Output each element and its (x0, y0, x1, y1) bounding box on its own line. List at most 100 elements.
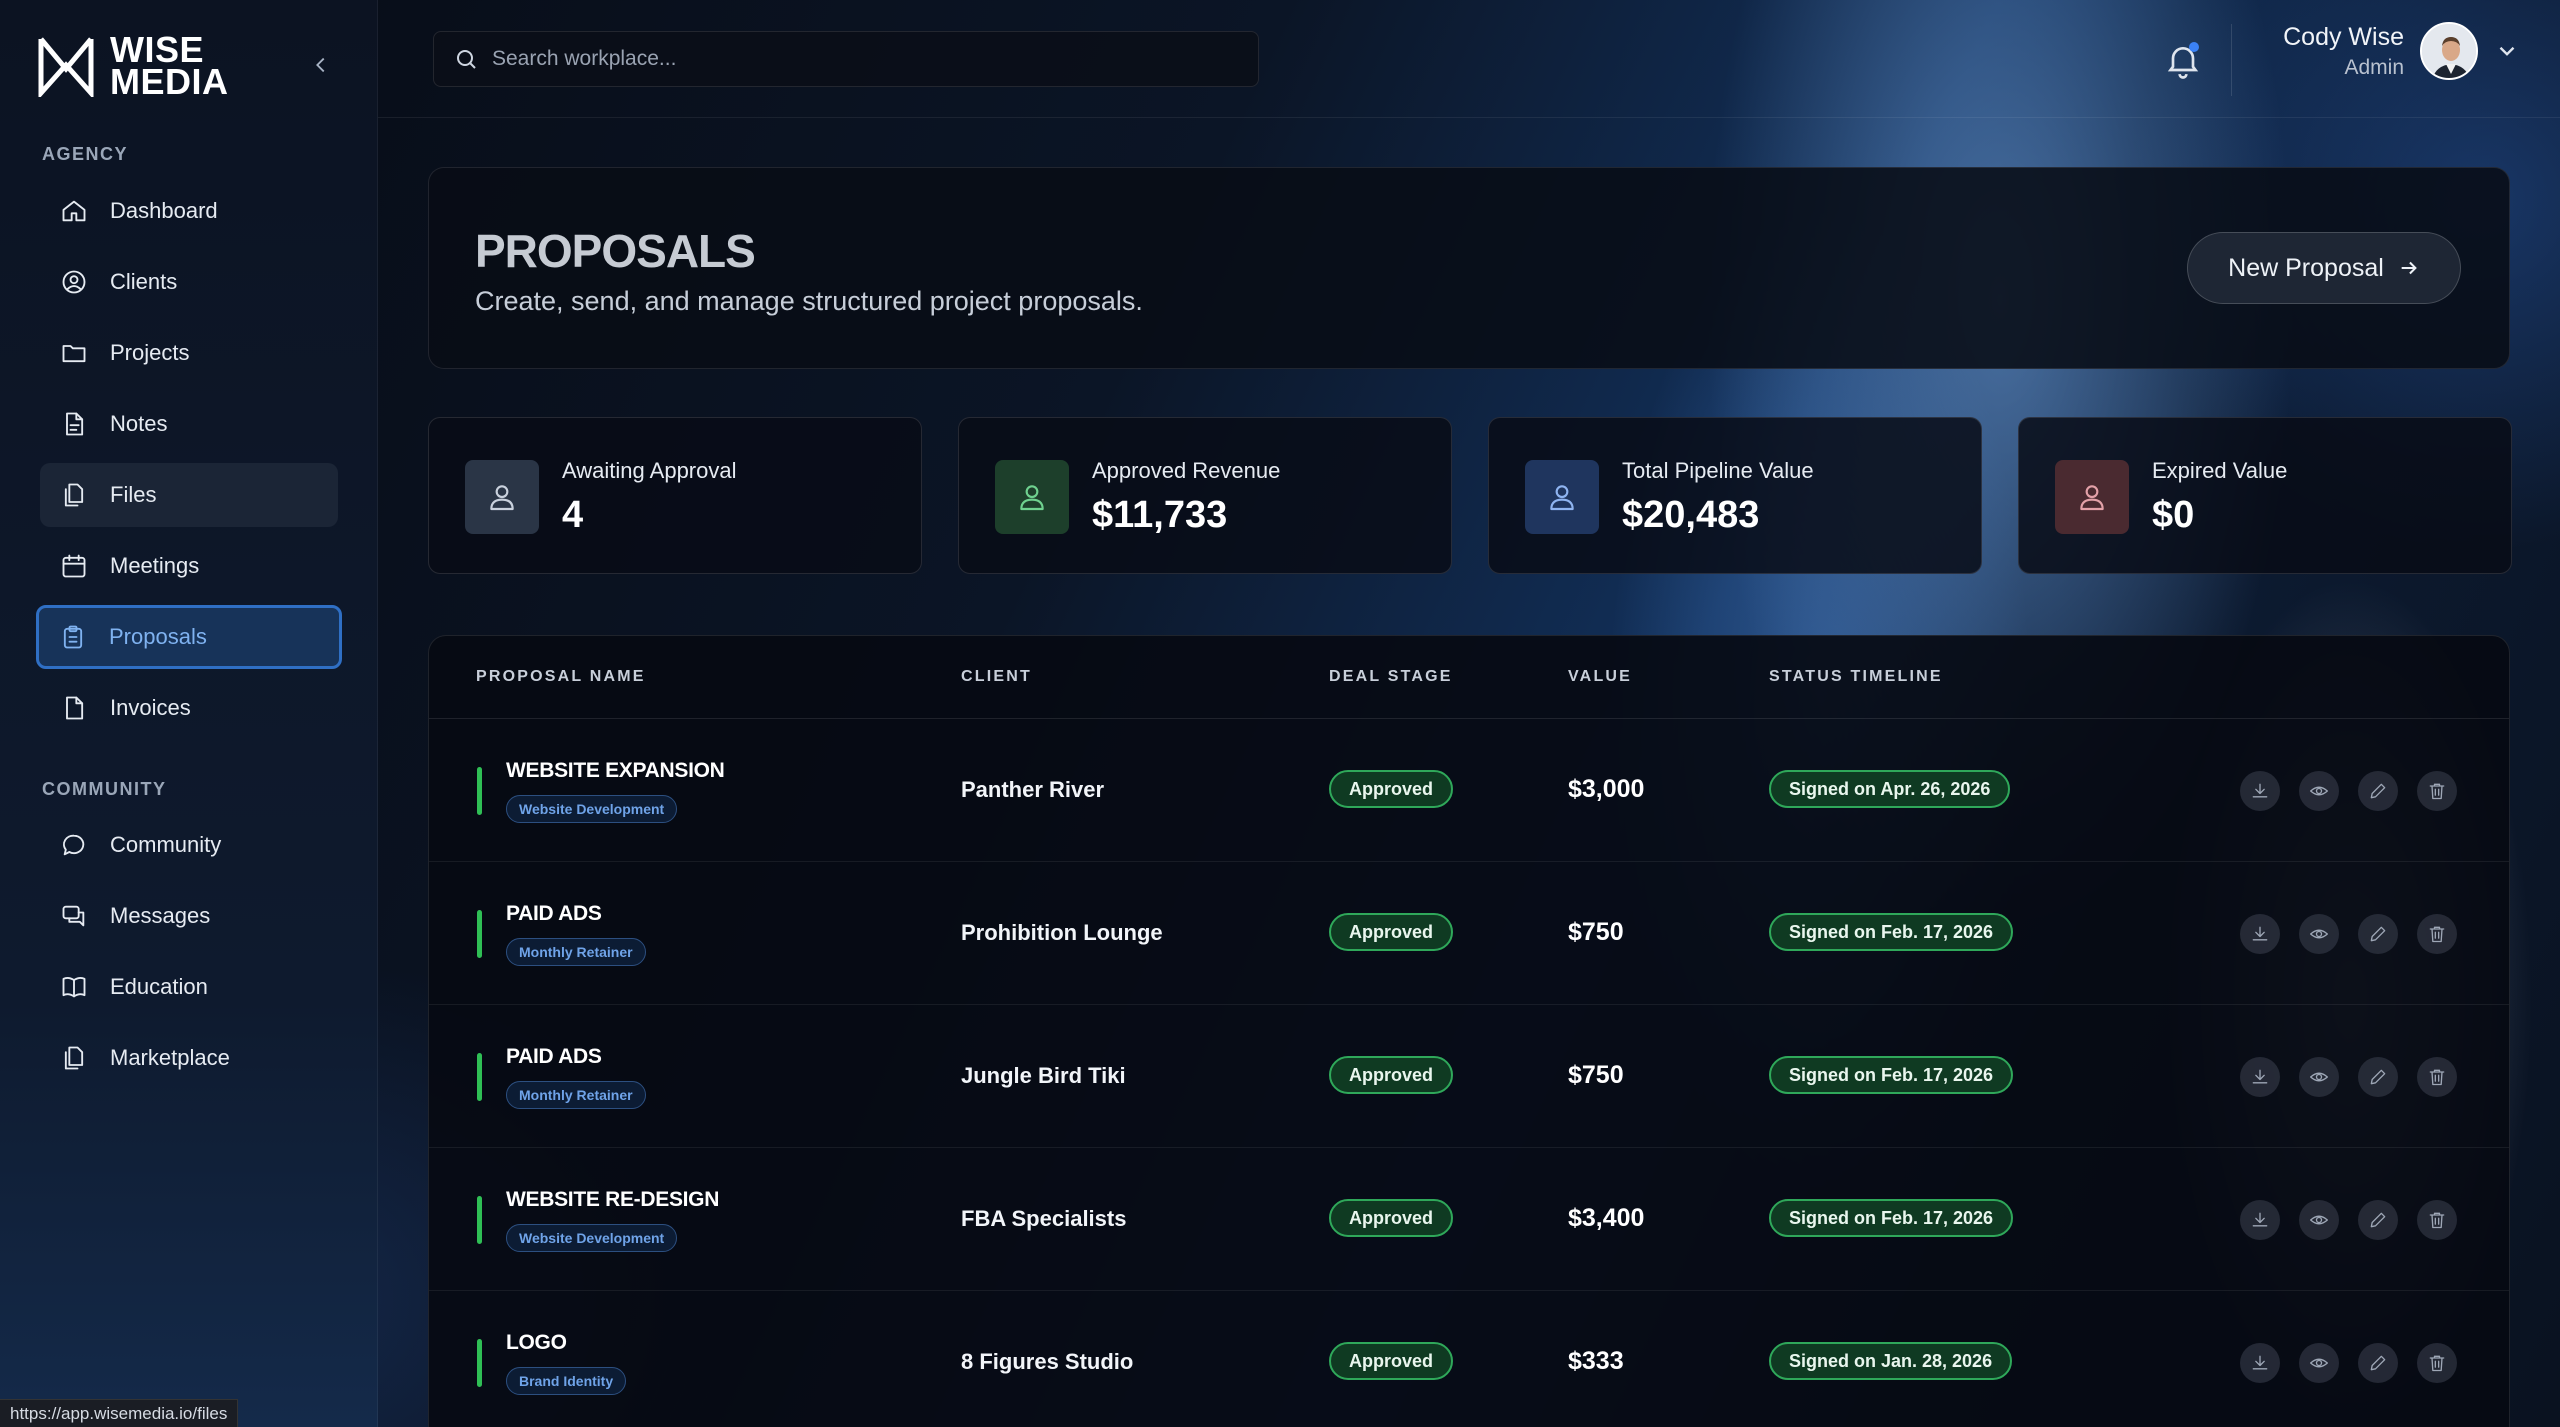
sidebar-item-files[interactable]: Files (40, 463, 338, 527)
pencil-button[interactable] (2358, 1057, 2398, 1097)
person-icon (1550, 485, 1574, 511)
download-icon (2252, 1069, 2268, 1084)
deal-stage-badge: Approved (1329, 1056, 1454, 1094)
row-status-bar (477, 767, 482, 815)
stat-card-expired-value: Expired Value $0 (2018, 417, 2512, 574)
user-role: Admin (2344, 55, 2404, 79)
notifications-button[interactable] (2163, 40, 2203, 80)
person-icon (2080, 485, 2104, 511)
sidebar-item-label: Dashboard (110, 198, 218, 223)
sidebar-item-dashboard[interactable]: Dashboard (40, 179, 338, 243)
sidebar-item-marketplace[interactable]: Marketplace (40, 1026, 338, 1090)
page-subtitle: Create, send, and manage structured proj… (475, 286, 1143, 316)
notification-dot (2189, 42, 2199, 52)
download-button[interactable] (2240, 1057, 2280, 1097)
sidebar-item-projects[interactable]: Projects (40, 321, 338, 385)
stat-icon-box (2055, 460, 2129, 534)
header-value[interactable]: VALUE (1568, 668, 1632, 686)
chevron-down-icon[interactable] (2494, 38, 2520, 64)
wise-media-logo-icon (38, 37, 94, 97)
sidebar-item-messages[interactable]: Messages (40, 884, 338, 948)
pencil-icon (2370, 1355, 2386, 1371)
stat-label: Approved Revenue (1092, 458, 1281, 483)
proposal-category-tag: Monthly Retainer (506, 1081, 646, 1109)
eye-button[interactable] (2299, 771, 2339, 811)
deal-stage-badge: Approved (1329, 770, 1454, 808)
header-deal-stage[interactable]: DEAL STAGE (1329, 668, 1453, 686)
download-button[interactable] (2240, 771, 2280, 811)
stat-icon-box (995, 460, 1069, 534)
sidebar-item-education[interactable]: Education (40, 955, 338, 1019)
new-proposal-label: New Proposal (2228, 253, 2384, 282)
person-icon (1020, 485, 1044, 511)
trash-button[interactable] (2417, 771, 2457, 811)
table-row[interactable]: LOGO Brand Identity 8 Figures Studio Approv… (429, 1291, 2509, 1427)
user-menu[interactable]: Cody Wise Admin (2283, 22, 2520, 80)
row-status-bar (477, 1196, 482, 1244)
search-input[interactable] (492, 47, 1232, 71)
eye-icon (2310, 1215, 2328, 1225)
sidebar-item-proposals[interactable]: Proposals (36, 605, 342, 669)
proposal-name[interactable]: WEBSITE RE-DESIGN (506, 1188, 719, 1212)
stat-value: $0 (2152, 494, 2195, 536)
pencil-button[interactable] (2358, 1343, 2398, 1383)
files-icon (64, 483, 84, 507)
eye-icon (2310, 1358, 2328, 1368)
stat-card-approved-revenue: Approved Revenue $11,733 (958, 417, 1452, 574)
clipboard-icon (63, 625, 83, 649)
pencil-button[interactable] (2358, 914, 2398, 954)
header-status-timeline[interactable]: STATUS TIMELINE (1769, 668, 1943, 686)
search-box[interactable] (433, 31, 1259, 87)
row-actions (2240, 771, 2457, 811)
proposal-name[interactable]: PAID ADS (506, 1045, 602, 1069)
top-bar: Cody Wise Admin (378, 0, 2560, 118)
status-timeline-badge: Signed on Feb. 17, 2026 (1769, 913, 2014, 951)
trash-icon (2429, 926, 2445, 943)
eye-button[interactable] (2299, 1057, 2339, 1097)
sidebar-item-community[interactable]: Community (40, 813, 338, 877)
sidebar-item-clients[interactable]: Clients (40, 250, 338, 314)
table-row[interactable]: WEBSITE RE-DESIGN Website Development FBA … (429, 1148, 2509, 1291)
sidebar-item-notes[interactable]: Notes (40, 392, 338, 456)
row-status-bar (477, 910, 482, 958)
sidebar-item-meetings[interactable]: Meetings (40, 534, 338, 598)
proposal-name[interactable]: LOGO (506, 1331, 567, 1355)
trash-button[interactable] (2417, 1343, 2457, 1383)
pencil-icon (2370, 783, 2386, 799)
pencil-icon (2370, 1069, 2386, 1085)
proposal-category-tag: Monthly Retainer (506, 938, 646, 966)
collapse-sidebar-button[interactable] (306, 50, 336, 80)
trash-button[interactable] (2417, 1200, 2457, 1240)
row-status-bar (477, 1053, 482, 1101)
new-proposal-button[interactable]: New Proposal (2187, 232, 2461, 304)
brand-logo[interactable]: WISE MEDIA (36, 32, 229, 102)
eye-icon (2310, 786, 2328, 796)
trash-button[interactable] (2417, 914, 2457, 954)
table-row[interactable]: PAID ADS Monthly Retainer Jungle Bird Tiki… (429, 1005, 2509, 1148)
header-proposal-name[interactable]: PROPOSAL NAME (476, 668, 646, 686)
proposal-name[interactable]: PAID ADS (506, 902, 602, 926)
proposal-category-tag: Website Development (506, 795, 678, 823)
stat-icon-box (1525, 460, 1599, 534)
proposal-name[interactable]: WEBSITE EXPANSION (506, 759, 725, 783)
avatar[interactable] (2420, 22, 2478, 80)
sidebar-item-invoices[interactable]: Invoices (40, 676, 338, 740)
table-row[interactable]: WEBSITE EXPANSION Website Development Pant… (429, 719, 2509, 862)
eye-button[interactable] (2299, 1200, 2339, 1240)
sidebar-item-label: Marketplace (110, 1045, 230, 1070)
eye-button[interactable] (2299, 914, 2339, 954)
download-button[interactable] (2240, 914, 2280, 954)
header-client[interactable]: CLIENT (961, 668, 1032, 686)
status-timeline-badge: Signed on Feb. 17, 2026 (1769, 1056, 2014, 1094)
table-row[interactable]: PAID ADS Monthly Retainer Prohibition Loun… (429, 862, 2509, 1005)
download-button[interactable] (2240, 1200, 2280, 1240)
deal-stage-badge: Approved (1329, 1342, 1454, 1380)
eye-button[interactable] (2299, 1343, 2339, 1383)
download-icon (2252, 1212, 2268, 1227)
stat-card-awaiting-approval: Awaiting Approval 4 (428, 417, 922, 574)
pencil-button[interactable] (2358, 771, 2398, 811)
download-button[interactable] (2240, 1343, 2280, 1383)
brand-line-2: MEDIA (110, 61, 229, 102)
pencil-button[interactable] (2358, 1200, 2398, 1240)
trash-button[interactable] (2417, 1057, 2457, 1097)
